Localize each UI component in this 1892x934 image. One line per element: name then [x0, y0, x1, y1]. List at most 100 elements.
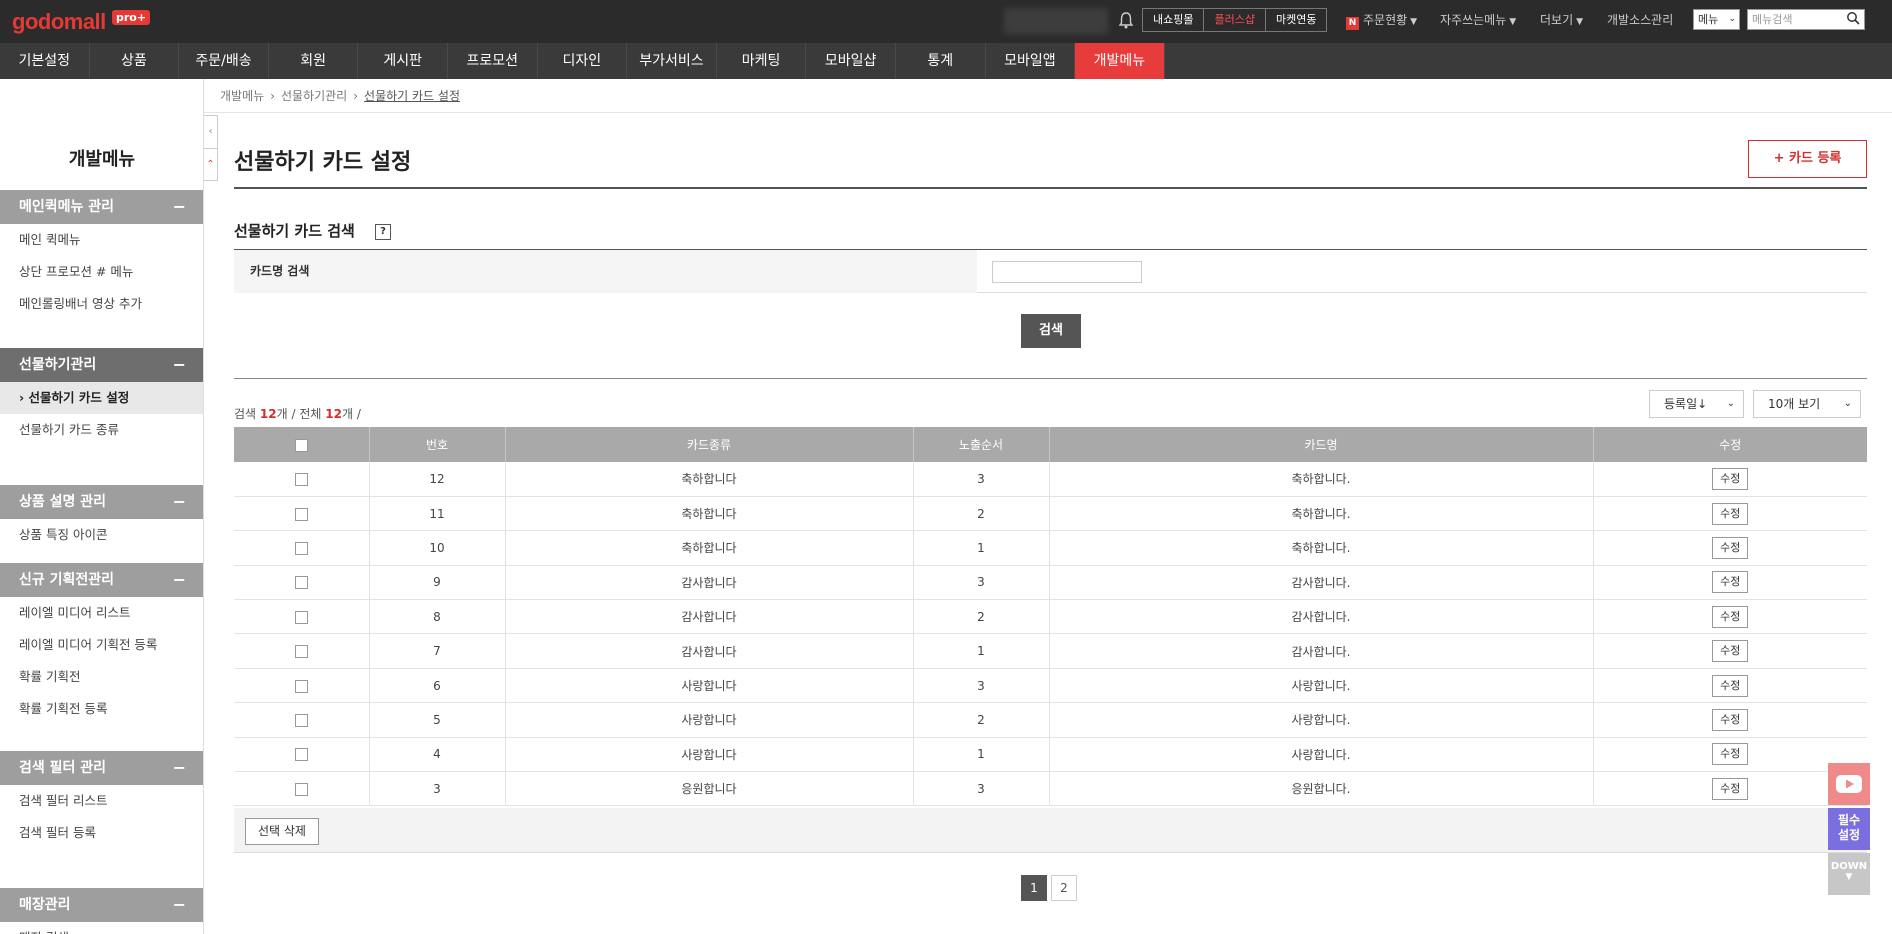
nav-item[interactable]: 부가서비스	[627, 43, 717, 79]
edit-button[interactable]: 수정	[1712, 743, 1749, 766]
edit-button[interactable]: 수정	[1712, 777, 1749, 800]
header-number[interactable]: 번호	[369, 427, 506, 462]
my-shop-button[interactable]: 내쇼핑몰	[1143, 9, 1205, 31]
sidebar-item[interactable]: 매장 검색	[0, 922, 203, 934]
collapse-left-icon[interactable]: ‹	[204, 116, 217, 148]
plus-shop-button[interactable]: 플러스샵	[1204, 9, 1266, 31]
dev-source-menu[interactable]: 개발소스관리	[1607, 11, 1673, 28]
sidebar-group: 상품 설명 관리 − 상품 특징 아이콘	[0, 485, 203, 551]
sidebar-item[interactable]: 검색 필터 등록	[0, 817, 203, 849]
sidebar-group-header[interactable]: 신규 기획전관리 −	[0, 563, 203, 597]
select-all-checkbox[interactable]	[294, 438, 308, 452]
youtube-button[interactable]	[1828, 763, 1870, 805]
sidebar-item[interactable]: 상단 프로모션 # 메뉴	[0, 256, 203, 288]
nav-item[interactable]: 상품	[90, 43, 180, 79]
order-status-menu[interactable]: N 주문현황 ▼	[1346, 11, 1417, 30]
minus-icon[interactable]: −	[173, 888, 186, 922]
sidebar-item[interactable]: 레이엘 미디어 리스트	[0, 597, 203, 629]
header-card-name[interactable]: 카드명	[1049, 427, 1594, 462]
sidebar-item[interactable]: 메인롤링배너 영상 추가	[0, 288, 203, 320]
sidebar-item[interactable]: › 선물하기 카드 설정	[0, 382, 203, 414]
edit-button[interactable]: 수정	[1712, 674, 1749, 697]
page-size-select[interactable]: 10개 보기 ⌄	[1753, 390, 1861, 418]
search-icon[interactable]	[1846, 11, 1860, 25]
nav-item[interactable]: 주문/배송	[179, 43, 269, 79]
edit-button[interactable]: 수정	[1712, 467, 1749, 490]
row-checkbox[interactable]	[294, 610, 308, 624]
sidebar-item[interactable]: 검색 필터 리스트	[0, 785, 203, 817]
sidebar-group-header[interactable]: 검색 필터 관리 −	[0, 751, 203, 785]
cell-edit: 수정	[1593, 496, 1867, 532]
edit-button[interactable]: 수정	[1712, 571, 1749, 594]
nav-item[interactable]: 개발메뉴	[1075, 43, 1165, 79]
header-display-order[interactable]: 노출순서	[913, 427, 1050, 462]
bell-icon[interactable]	[1118, 11, 1134, 29]
row-checkbox[interactable]	[294, 748, 308, 762]
sidebar-item[interactable]: 레이엘 미디어 기획전 등록	[0, 629, 203, 661]
search-section-title: 선물하기 카드 검색	[234, 222, 355, 240]
nav-item[interactable]: 회원	[269, 43, 359, 79]
sidebar-group-header[interactable]: 상품 설명 관리 −	[0, 485, 203, 519]
row-checkbox[interactable]	[294, 507, 308, 521]
sidebar-item[interactable]: 확률 기획전 등록	[0, 693, 203, 725]
row-checkbox[interactable]	[294, 472, 308, 486]
row-checkbox[interactable]	[294, 679, 308, 693]
nav-item[interactable]: 모바일샵	[806, 43, 896, 79]
sidebar-item[interactable]: 선물하기 카드 종류	[0, 414, 203, 446]
chevron-down-icon: ⌄	[1726, 398, 1735, 409]
edit-button[interactable]: 수정	[1712, 502, 1749, 525]
sidebar-item[interactable]: 상품 특징 아이콘	[0, 519, 203, 551]
sidebar-item[interactable]: 확률 기획전	[0, 661, 203, 693]
nav-item[interactable]: 모바일앱	[986, 43, 1076, 79]
card-name-search-input[interactable]	[992, 261, 1142, 283]
register-card-button[interactable]: + 카드 등록	[1748, 140, 1867, 178]
minus-icon[interactable]: −	[173, 348, 186, 382]
sidebar-group-header[interactable]: 선물하기관리 −	[0, 348, 203, 382]
search-button[interactable]: 검색	[1021, 314, 1081, 348]
row-checkbox[interactable]	[294, 713, 308, 727]
sidebar-item[interactable]: 메인 퀵메뉴	[0, 224, 203, 256]
breadcrumb-item[interactable]: 선물하기관리	[281, 89, 347, 103]
page-1-button[interactable]: 1	[1021, 875, 1047, 901]
breadcrumb-current[interactable]: 선물하기 카드 설정	[364, 89, 460, 103]
sidebar-group-header[interactable]: 메인퀵메뉴 관리 −	[0, 190, 203, 224]
edit-button[interactable]: 수정	[1712, 536, 1749, 559]
cell-card-name: 사랑합니다.	[1049, 702, 1594, 738]
edit-button[interactable]: 수정	[1712, 605, 1749, 628]
logo[interactable]: godomall	[12, 9, 106, 35]
sidebar-group-header[interactable]: 매장관리 −	[0, 888, 203, 922]
row-checkbox[interactable]	[294, 541, 308, 555]
market-link-button[interactable]: 마켓연동	[1266, 9, 1326, 31]
row-checkbox[interactable]	[294, 576, 308, 590]
minus-icon[interactable]: −	[173, 190, 186, 224]
nav-item[interactable]: 디자인	[538, 43, 628, 79]
nav-item[interactable]: 통계	[896, 43, 986, 79]
favorites-menu[interactable]: 자주쓰는메뉴 ▼	[1440, 11, 1516, 28]
row-checkbox[interactable]	[294, 645, 308, 659]
nav-item[interactable]: 게시판	[358, 43, 448, 79]
collapse-up-icon[interactable]: ⌃	[204, 148, 217, 180]
menu-search-input[interactable]: 메뉴검색	[1747, 9, 1865, 30]
nav-item[interactable]: 프로모션	[448, 43, 538, 79]
minus-icon[interactable]: −	[173, 485, 186, 519]
main-nav: 기본설정 상품 주문/배송 회원 게시판 프로모션 디자인 부가서비스 마케팅 모바일샵 통계 모바일…	[0, 43, 1892, 79]
row-checkbox[interactable]	[294, 782, 308, 796]
menu-select[interactable]: 메뉴 ⌄	[1693, 9, 1740, 30]
nav-item[interactable]: 기본설정	[0, 43, 90, 79]
delete-selected-button[interactable]: 선택 삭제	[245, 818, 319, 845]
edit-button[interactable]: 수정	[1712, 708, 1749, 731]
sort-select[interactable]: 등록일↓ ⌄	[1649, 390, 1744, 418]
help-icon[interactable]: ?	[375, 224, 391, 240]
header-card-type[interactable]: 카드종류	[505, 427, 914, 462]
nav-item[interactable]: 마케팅	[717, 43, 807, 79]
page-2-button[interactable]: 2	[1051, 875, 1077, 901]
scroll-down-button[interactable]: DOWN ▼	[1828, 853, 1870, 895]
page-title: 선물하기 카드 설정	[234, 150, 412, 175]
minus-icon[interactable]: −	[173, 563, 186, 597]
more-menu[interactable]: 더보기 ▼	[1540, 11, 1583, 28]
required-settings-button[interactable]: 필수 설정	[1828, 808, 1870, 850]
checkbox-cell	[234, 462, 370, 497]
minus-icon[interactable]: −	[173, 751, 186, 785]
edit-button[interactable]: 수정	[1712, 640, 1749, 663]
breadcrumb-item[interactable]: 개발메뉴	[220, 89, 264, 103]
